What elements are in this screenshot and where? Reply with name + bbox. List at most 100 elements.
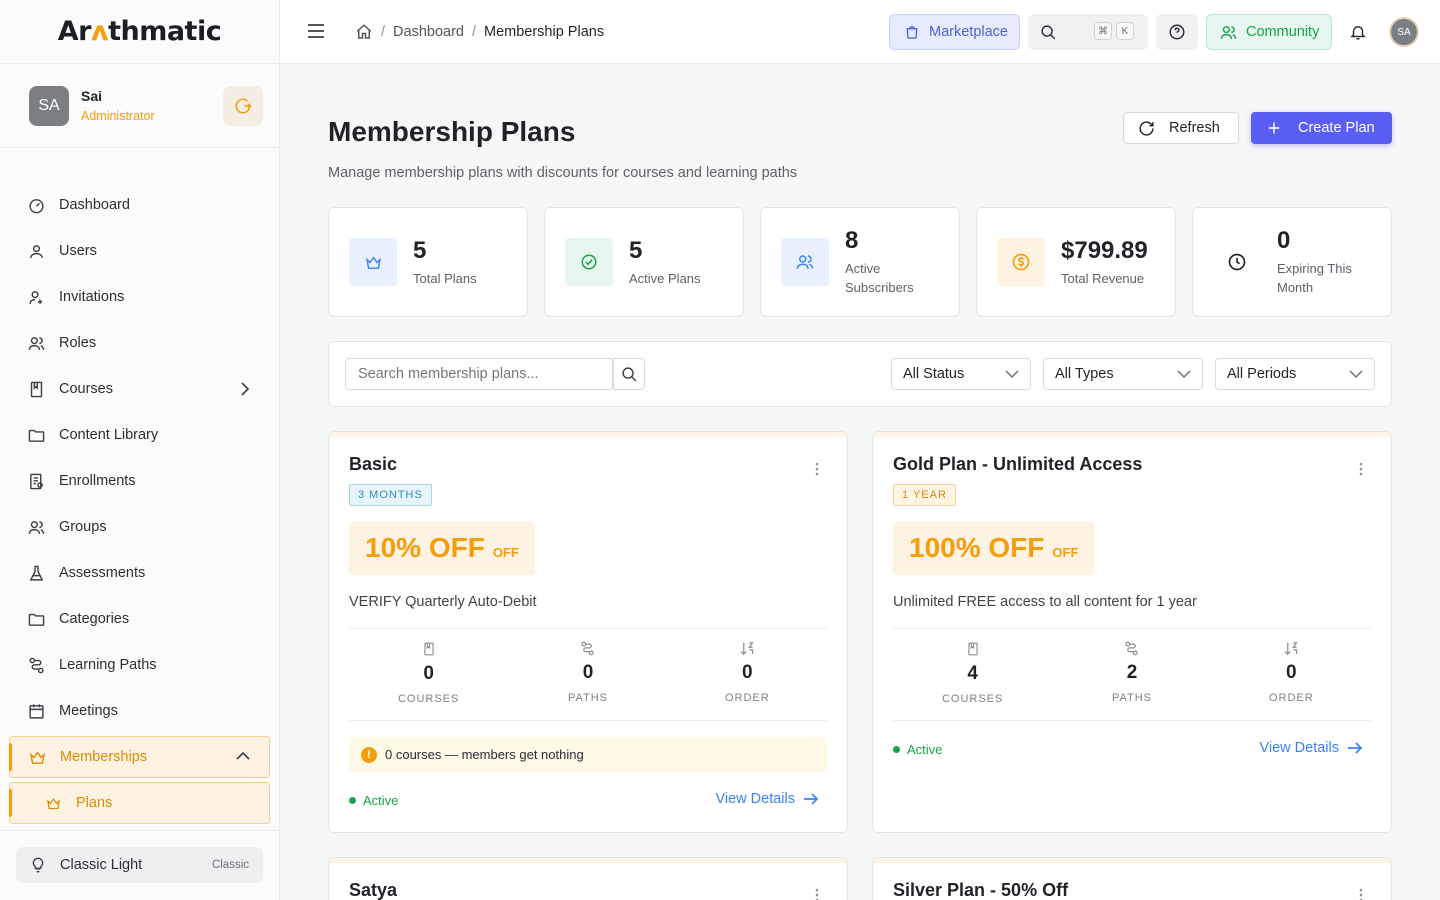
- warning-banner: ! 0 courses — members get nothing: [349, 737, 827, 772]
- refresh-button[interactable]: Refresh: [1123, 112, 1239, 144]
- sidebar-item-invitations[interactable]: Invitations: [0, 274, 279, 320]
- period-badge: 3 MONTHS: [349, 484, 432, 506]
- stat-active-subscribers: 8 Active Subscribers: [760, 207, 960, 317]
- sidebar-item-groups[interactable]: Groups: [0, 504, 279, 550]
- dollar-icon: [997, 238, 1045, 286]
- create-plan-button[interactable]: Create Plan: [1251, 112, 1392, 144]
- divider: [0, 830, 279, 831]
- plan-title: Silver Plan - 50% Off: [893, 880, 1069, 900]
- sidebar-item-courses[interactable]: Courses: [0, 366, 279, 412]
- chevron-down-icon: [1005, 370, 1019, 379]
- flask-icon: [28, 565, 45, 582]
- metric-courses: 4 COURSES: [893, 629, 1052, 720]
- route-icon: [581, 641, 595, 656]
- avatar[interactable]: SA: [29, 85, 69, 126]
- metric-paths: 0 PATHS: [508, 629, 667, 720]
- types-select[interactable]: All Types: [1043, 358, 1203, 390]
- stat-total-plans: 5 Total Plans: [328, 207, 528, 317]
- user-avatar[interactable]: SA: [1389, 17, 1419, 47]
- app-logo[interactable]: Ar ʌ thmatic: [0, 0, 279, 64]
- sidebar-item-label: Courses: [59, 381, 113, 397]
- search-submit-button[interactable]: [613, 358, 645, 390]
- user-role: Administrator: [81, 109, 155, 123]
- plan-card: Basic 3 MONTHS 10% OFF OFF VERIFY Quarte…: [328, 431, 848, 833]
- metric-order: 0 ORDER: [668, 629, 827, 720]
- logout-icon: [235, 98, 252, 113]
- book-icon: [423, 642, 434, 656]
- more-options-icon[interactable]: [815, 888, 819, 900]
- plan-card: Silver Plan - 50% Off: [872, 857, 1392, 900]
- page-subtitle: Manage membership plans with discounts f…: [328, 165, 798, 181]
- plan-card: Satya: [328, 857, 848, 900]
- search-button[interactable]: ⌘ K: [1028, 14, 1148, 50]
- user-name: Sai: [81, 88, 103, 104]
- home-icon[interactable]: [355, 23, 373, 41]
- search-icon: [621, 366, 636, 381]
- plan-metrics: 0 COURSES 0 PATHS 0 ORDER: [349, 628, 827, 721]
- sort-icon: [1284, 642, 1298, 656]
- sidebar-item-meetings[interactable]: Meetings: [0, 688, 279, 734]
- sidebar-item-content-library[interactable]: Content Library: [0, 412, 279, 458]
- status-badge: Active: [893, 742, 942, 757]
- more-options-icon[interactable]: [815, 462, 819, 476]
- book-icon: [967, 642, 978, 656]
- help-button[interactable]: [1156, 14, 1198, 50]
- route-icon: [28, 657, 45, 674]
- sidebar-item-learning-paths[interactable]: Learning Paths: [0, 642, 279, 688]
- topbar: / Dashboard / Membership Plans Marketpla…: [280, 0, 1440, 64]
- discount-badge: 100% OFF OFF: [893, 522, 1095, 575]
- more-options-icon[interactable]: [1359, 462, 1363, 476]
- shopping-bag-icon: [906, 26, 918, 39]
- community-button[interactable]: Community: [1206, 14, 1332, 50]
- periods-select[interactable]: All Periods: [1215, 358, 1375, 390]
- notifications-button[interactable]: [1346, 14, 1370, 50]
- check-circle-icon: [565, 238, 613, 286]
- menu-toggle-button[interactable]: [306, 22, 326, 40]
- enrollment-icon: [28, 473, 45, 490]
- sidebar-item-label: Plans: [76, 795, 113, 811]
- roles-icon: [28, 335, 45, 352]
- sidebar-item-memberships[interactable]: Memberships: [9, 736, 270, 778]
- more-options-icon[interactable]: [1359, 888, 1363, 900]
- sidebar-item-plans[interactable]: Plans: [9, 782, 270, 824]
- view-details-link[interactable]: View Details: [715, 791, 819, 807]
- sort-icon: [740, 642, 754, 656]
- sidebar-item-dashboard[interactable]: Dashboard: [0, 182, 279, 228]
- plan-title: Gold Plan - Unlimited Access: [893, 454, 1143, 474]
- discount-badge: 10% OFF OFF: [349, 522, 535, 575]
- sidebar-item-label: Memberships: [60, 749, 148, 765]
- logout-button[interactable]: [223, 85, 263, 126]
- sidebar-item-roles[interactable]: Roles: [0, 320, 279, 366]
- breadcrumb-dashboard[interactable]: Dashboard: [393, 24, 464, 40]
- sidebar-item-categories[interactable]: Categories: [0, 596, 279, 642]
- calendar-icon: [28, 703, 45, 720]
- chevron-down-icon: [1177, 370, 1191, 379]
- sidebar-item-label: Invitations: [59, 289, 125, 305]
- plan-title: Satya: [349, 880, 398, 900]
- refresh-icon: [1139, 120, 1154, 136]
- theme-switcher[interactable]: Classic Light Classic: [16, 847, 263, 883]
- page-title: Membership Plans: [328, 116, 576, 147]
- plan-description: VERIFY Quarterly Auto-Debit: [349, 594, 537, 610]
- view-details-link[interactable]: View Details: [1259, 740, 1363, 756]
- warning-icon: !: [361, 746, 377, 763]
- sidebar-item-label: Meetings: [59, 703, 118, 719]
- search-input[interactable]: [345, 358, 613, 390]
- sidebar: Ar ʌ thmatic SA Sai Administrator Dashboar…: [0, 0, 280, 900]
- status-select[interactable]: All Status: [891, 358, 1031, 390]
- sidebar-item-users[interactable]: Users: [0, 228, 279, 274]
- stat-expiring: 0 Expiring This Month: [1192, 207, 1392, 317]
- sidebar-item-assessments[interactable]: Assessments: [0, 550, 279, 596]
- marketplace-button[interactable]: Marketplace: [889, 14, 1020, 50]
- help-icon: [1169, 24, 1185, 40]
- kbd-cmd: ⌘: [1094, 22, 1112, 40]
- breadcrumb-current: Membership Plans: [484, 24, 605, 40]
- sidebar-item-label: Learning Paths: [59, 657, 157, 673]
- sidebar-item-enrollments[interactable]: Enrollments: [0, 458, 279, 504]
- book-icon: [28, 381, 45, 398]
- plan-card: Gold Plan - Unlimited Access 1 YEAR 100%…: [872, 431, 1392, 833]
- plan-description: Unlimited FREE access to all content for…: [893, 594, 1197, 610]
- clock-icon: [1213, 238, 1261, 286]
- metric-courses: 0 COURSES: [349, 629, 508, 720]
- sidebar-item-label: Dashboard: [59, 197, 130, 213]
